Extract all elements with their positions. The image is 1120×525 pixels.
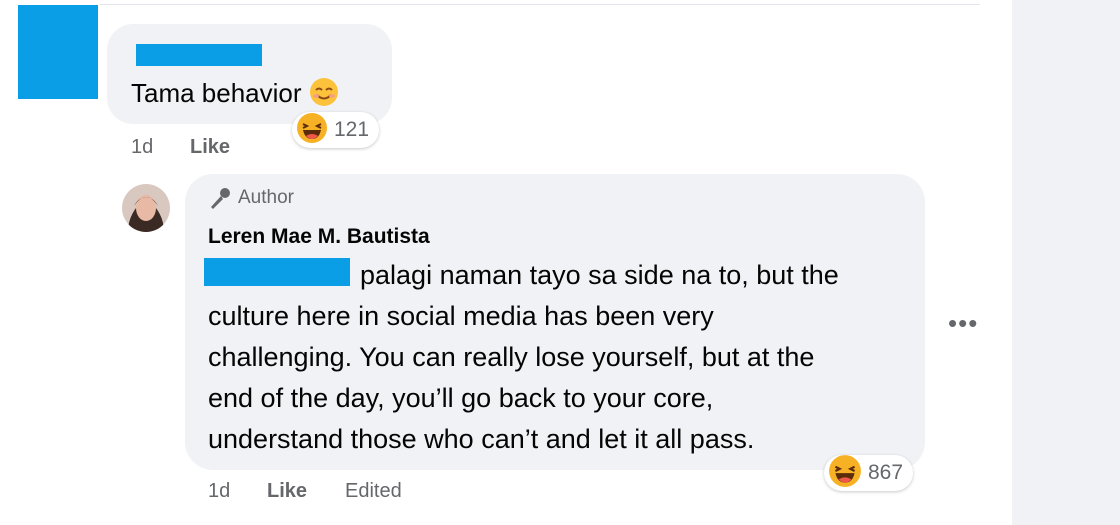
- reaction-summary[interactable]: 867: [824, 454, 914, 493]
- edited-label: Edited: [345, 480, 402, 502]
- comment-line: understand those who can’t and let it al…: [208, 424, 755, 454]
- author-badge-label: Author: [238, 187, 294, 208]
- comment-text: Tama behavior: [131, 76, 340, 115]
- microphone-icon: [211, 188, 230, 209]
- right-side-panel: [1012, 0, 1120, 525]
- like-label: Like: [190, 136, 231, 158]
- comment-line: challenging. You can really lose yoursel…: [208, 342, 815, 372]
- more-options-icon[interactable]: •••: [948, 308, 978, 339]
- author-badge: Author: [208, 186, 294, 210]
- comment-time[interactable]: 1d: [131, 136, 153, 159]
- laughing-emoji-icon: [296, 112, 328, 149]
- like-button[interactable]: Like: [190, 136, 230, 159]
- divider: [100, 4, 980, 5]
- redacted-mention[interactable]: [204, 258, 350, 286]
- smiling-face-emoji-icon: [308, 76, 340, 115]
- reaction-count: 867: [868, 461, 904, 484]
- like-label: Like: [267, 480, 308, 502]
- laughing-emoji-icon: [828, 454, 862, 493]
- like-button[interactable]: Like: [267, 480, 307, 503]
- comment-line: palagi naman tayo sa side na to, but the: [360, 260, 839, 290]
- redacted-username[interactable]: [136, 44, 262, 66]
- comment-text-content: Tama behavior: [131, 78, 302, 108]
- comment-line: end of the day, you’ll go back to your c…: [208, 383, 714, 413]
- comment-line: culture here in social media has been ve…: [208, 301, 714, 331]
- avatar-redacted[interactable]: [18, 5, 98, 99]
- commenter-name[interactable]: Leren Mae M. Bautista: [208, 225, 430, 249]
- reaction-summary[interactable]: 121: [292, 112, 380, 149]
- comment-time[interactable]: 1d: [208, 480, 230, 503]
- avatar[interactable]: [122, 184, 170, 232]
- reaction-count: 121: [334, 118, 370, 141]
